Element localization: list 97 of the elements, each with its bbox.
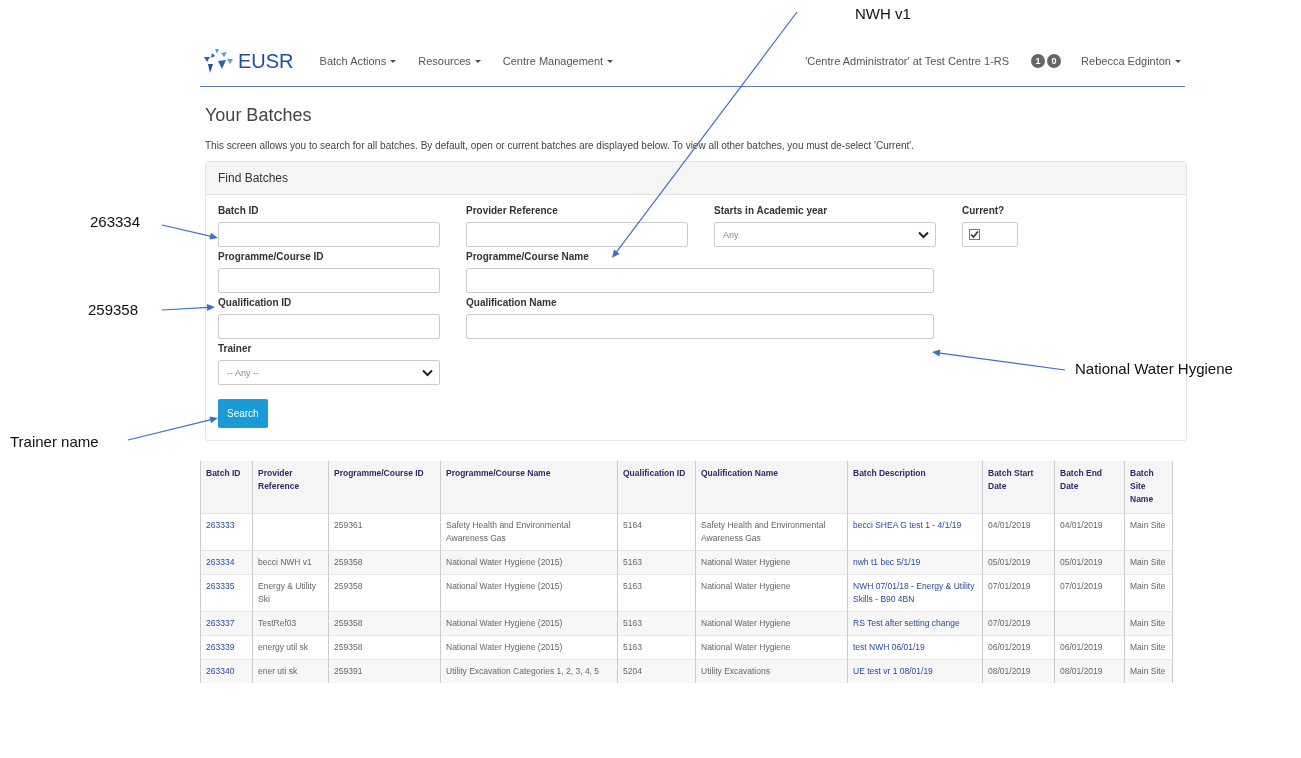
input-field[interactable]	[466, 314, 934, 339]
page-title: Your Batches	[205, 105, 313, 126]
select-field[interactable]: Any	[714, 222, 936, 247]
table-cell: Main Site	[1130, 641, 1167, 654]
input-field[interactable]	[466, 268, 934, 293]
field-label: Qualification ID	[218, 297, 293, 308]
table-cell-text: Utility Excavations	[701, 665, 771, 678]
field-label: Current?	[962, 205, 1006, 216]
table-cell-text: National Water Hygiene	[701, 617, 792, 630]
table-cell-text: National Water Hygiene	[701, 556, 792, 569]
table-cell-text: 06/01/2019	[988, 641, 1032, 654]
select-field[interactable]: -- Any --	[218, 360, 440, 385]
nav-menu[interactable]: Resources	[418, 55, 481, 67]
field-label: Trainer	[218, 343, 253, 354]
table-cell: Main Site	[1130, 665, 1167, 678]
annotation-label: NWH v1	[855, 5, 911, 22]
table-cell-text: 5163	[623, 556, 643, 569]
table-cell: Main Site	[1130, 580, 1167, 593]
table-cell-text: National Water Hygiene (2015)	[446, 580, 564, 593]
table-cell-text: 5204	[623, 665, 643, 678]
chevron-down-icon	[422, 368, 433, 377]
table-cell-text: 259358	[334, 641, 364, 654]
nav-menu[interactable]: Centre Management	[502, 55, 614, 67]
table-cell-text: energy util sk	[258, 641, 310, 654]
table-cell-text: Safety Health and Environmental Awareness Gas	[701, 519, 827, 545]
input-field[interactable]	[218, 314, 440, 339]
table-cell-text: 06/01/2019	[1060, 641, 1104, 654]
table-cell-text: 07/01/2019	[1060, 580, 1104, 593]
column-header[interactable]: Qualification ID	[617, 461, 696, 514]
table-cell-text: Safety Health and Environmental Awareness Gas	[446, 519, 572, 545]
table-cell-text: 259361	[334, 519, 364, 532]
column-header[interactable]: Programme/Course ID	[328, 461, 441, 514]
table-cell-text: 259358	[334, 580, 364, 593]
checkbox[interactable]	[969, 229, 980, 240]
field-label: Qualification Name	[466, 297, 558, 308]
notification-badge[interactable]: 1	[1031, 54, 1046, 68]
table-cell-text: 07/01/2019	[988, 617, 1032, 630]
role-text: 'Centre Administrator' at Test Centre 1-RS	[805, 55, 1010, 67]
input-field[interactable]	[218, 268, 440, 293]
input-field[interactable]	[466, 222, 688, 247]
table-cell-text: 5164	[623, 519, 643, 532]
column-header[interactable]: Programme/Course Name	[440, 461, 618, 514]
table-cell-text: 08/01/2019	[1060, 665, 1104, 678]
user-menu[interactable]: Rebecca Edginton	[1081, 55, 1181, 67]
field-label: Starts in Academic year	[714, 205, 829, 216]
table-cell-text: National Water Hygiene (2015)	[446, 556, 564, 569]
table-cell-text: National Water Hygiene	[701, 641, 792, 654]
annotation-label: Trainer name	[10, 433, 99, 450]
table-cell-text: 259358	[334, 617, 364, 630]
table-cell-text: TestRef03	[258, 617, 298, 630]
table-cell-text: 5163	[623, 641, 643, 654]
table-cell-text: 05/01/2019	[1060, 556, 1104, 569]
table-cell: Main Site	[1130, 617, 1167, 630]
table-cell-text: 04/01/2019	[988, 519, 1032, 532]
panel-title: Find Batches	[218, 171, 289, 185]
annotation-arrow	[161, 303, 215, 311]
table-cell: Main Site	[1130, 556, 1167, 569]
table-cell-text: 04/01/2019	[1060, 519, 1104, 532]
caret-icon	[390, 59, 397, 63]
table-cell-text: 07/01/2019	[988, 580, 1032, 593]
column-header[interactable]: Batch Description	[847, 461, 983, 514]
annotation-arrow	[161, 224, 218, 240]
table-cell-text: becci NWH v1	[258, 556, 313, 569]
field-label: Provider Reference	[466, 205, 559, 216]
brand-name[interactable]: EUSR	[238, 49, 294, 73]
column-header[interactable]: Batch Site Name	[1124, 461, 1173, 514]
table-cell-text: 08/01/2019	[988, 665, 1032, 678]
field-label: Batch ID	[218, 205, 260, 216]
column-header[interactable]: Batch End Date	[1054, 461, 1125, 514]
table-cell-text: National Water Hygiene (2015)	[446, 641, 564, 654]
field-label: Programme/Course ID	[218, 251, 325, 262]
column-header[interactable]: Qualification Name	[695, 461, 848, 514]
table-cell-text: Utility Excavation Categories 1, 2, 3, 4, 5	[446, 665, 601, 678]
table-cell-text: ener uti sk	[258, 665, 299, 678]
table-cell-text: 5163	[623, 617, 643, 630]
table-cell-text: 259358	[334, 556, 364, 569]
table-cell: Main Site	[1130, 519, 1167, 532]
table-cell-text: 5163	[623, 580, 643, 593]
table-cell-text: National Water Hygiene	[701, 580, 792, 593]
column-header[interactable]: Provider Reference	[252, 461, 329, 514]
table-cell-text: 259391	[334, 665, 364, 678]
column-header[interactable]: Batch Start Date	[982, 461, 1055, 514]
chevron-down-icon	[918, 230, 929, 239]
table-cell-text: 05/01/2019	[988, 556, 1032, 569]
notification-badge[interactable]: 0	[1047, 54, 1062, 68]
column-header[interactable]: Batch ID	[200, 461, 253, 514]
nav-menu[interactable]: Batch Actions	[319, 55, 397, 67]
annotation-label: 259358	[88, 301, 139, 318]
caret-icon	[1175, 59, 1181, 63]
caret-icon	[607, 59, 614, 63]
table-cell-text: National Water Hygiene (2015)	[446, 617, 564, 630]
annotation-label: 263334	[90, 213, 141, 230]
annotation-label: National Water Hygiene	[1075, 360, 1233, 377]
field-label: Programme/Course Name	[466, 251, 590, 262]
caret-icon	[474, 59, 481, 63]
table-cell-text: Energy & Utility Ski	[258, 580, 318, 606]
input-field[interactable]	[218, 222, 440, 247]
